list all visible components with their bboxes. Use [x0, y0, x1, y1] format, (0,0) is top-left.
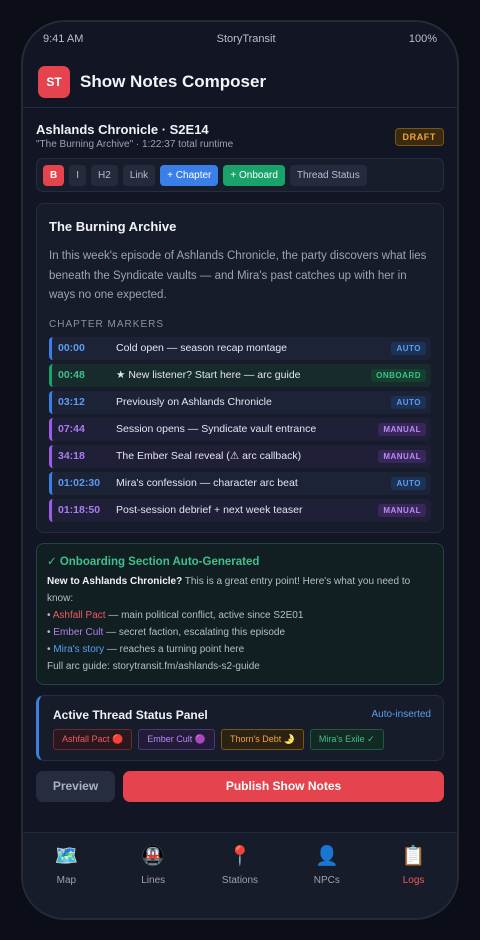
onboarding-item-name[interactable]: Mira's story — [53, 644, 104, 655]
chapter-title: Post-session debrief + next week teaser — [116, 504, 303, 516]
chapter-time: 03:12 — [58, 396, 85, 408]
onboarding-item-name[interactable]: Ashfall Pact — [53, 610, 106, 621]
app-header: ST Show Notes Composer — [23, 56, 457, 108]
chapter-marker[interactable]: 03:12 Previously on Ashlands Chronicle AUT… — [49, 390, 431, 414]
add-chapter-button[interactable]: + Chapter — [160, 164, 219, 186]
tab-label: Stations — [221, 875, 259, 886]
publish-button[interactable]: Publish Show Notes — [123, 770, 444, 802]
status-battery: 100% — [408, 33, 437, 45]
link-button[interactable]: Link — [122, 164, 156, 186]
onboarding-heading: ✓ Onboarding Section Auto-Generated — [47, 555, 260, 568]
thread-chip[interactable]: Ashfall Pact 🔴 — [53, 728, 133, 750]
tab-stations[interactable]: 📍 Stations — [205, 845, 275, 918]
person-icon: 👤 — [314, 846, 339, 867]
onboarding-item: • Mira's story — reaches a turning point… — [47, 641, 433, 658]
onboarding-section: ✓ Onboarding Section Auto-Generated New … — [36, 542, 444, 685]
chapter-tag: AUTO — [391, 341, 426, 355]
onboarding-intro-bold: New to Ashlands Chronicle? — [47, 575, 183, 587]
thread-chip[interactable]: Thorn's Debt 🌛 — [220, 728, 304, 750]
thread-chips: Ashfall Pact 🔴 Ember Cult 🟣 Thorn's Debt 🌛… — [53, 728, 431, 750]
clipboard-icon: 📋 — [401, 846, 426, 867]
action-row: Preview Publish Show Notes — [36, 770, 444, 802]
onboarding-item-desc: — secret faction, escalating this episod… — [103, 626, 286, 638]
tab-label: NPCs — [313, 875, 340, 886]
app-logo: ST — [38, 65, 70, 98]
tab-label: Lines — [141, 875, 166, 886]
tab-logs[interactable]: 📋 Logs — [379, 845, 449, 918]
chapter-marker[interactable]: 00:48 ★ New listener? Start here — arc gu… — [49, 363, 431, 387]
chapter-time: 34:18 — [58, 450, 85, 462]
preview-button[interactable]: Preview — [36, 770, 115, 802]
chapter-title: The Ember Seal reveal (⚠ arc callback) — [116, 450, 302, 462]
tab-bar: 🗺️ Map 🚇 Lines 📍 Stations 👤 NPCs 📋 Logs — [23, 832, 457, 918]
onboarding-item-desc: — main political conflict, active since … — [105, 609, 304, 621]
tab-label: Logs — [402, 875, 425, 886]
editor-toolbar: B I H2 Link + Chapter + Onboard Thread S… — [36, 158, 444, 192]
onboarding-item: • Ashfall Pact — main political conflict… — [47, 607, 433, 624]
chapter-marker[interactable]: 34:18 The Ember Seal reveal (⚠ arc callba… — [49, 444, 431, 468]
status-time: 9:41 AM — [43, 33, 84, 45]
chapter-tag: MANUAL — [378, 503, 426, 517]
notes-heading: The Burning Archive — [49, 219, 177, 234]
tab-lines[interactable]: 🚇 Lines — [118, 845, 188, 918]
chapter-marker[interactable]: 00:00 Cold open — season recap montage AUT… — [49, 336, 431, 360]
status-carrier: StoryTransit — [216, 33, 276, 45]
chapter-markers-label: CHAPTER MARKERS — [49, 318, 165, 330]
thread-chip[interactable]: Mira's Exile ✓ — [309, 728, 384, 750]
chapter-marker[interactable]: 07:44 Session opens — Syndicate vault ent… — [49, 417, 431, 441]
chapter-title: Previously on Ashlands Chronicle — [116, 396, 272, 408]
chapter-marker[interactable]: 01:18:50 Post-session debrief + next week… — [49, 498, 431, 522]
thread-status-button[interactable]: Thread Status — [289, 164, 367, 186]
chapter-marker[interactable]: 01:02:30 Mira's confession — character ar… — [49, 471, 431, 495]
chapter-list: 00:00 Cold open — season recap montage AUT… — [49, 336, 431, 522]
onboarding-item-desc: — reaches a turning point here — [104, 643, 245, 655]
onboarding-guide-link[interactable]: Full arc guide: storytransit.fm/ashlands… — [47, 658, 433, 675]
chapter-time: 00:00 — [58, 342, 85, 354]
episode-subtitle: "The Burning Archive" · 1:22:37 total ru… — [36, 139, 234, 150]
thread-chip[interactable]: Ember Cult 🟣 — [138, 728, 215, 750]
chapter-time: 00:48 — [58, 369, 85, 381]
composer-content: Ashlands Chronicle · S2E14 "The Burning … — [36, 122, 444, 802]
chapter-tag: MANUAL — [378, 422, 426, 436]
heading-button[interactable]: H2 — [91, 164, 118, 186]
onboarding-item: • Ember Cult — secret faction, escalatin… — [47, 624, 433, 641]
tab-map[interactable]: 🗺️ Map — [31, 845, 101, 918]
chapter-time: 07:44 — [58, 423, 85, 435]
chapter-tag: MANUAL — [378, 449, 426, 463]
phone-frame: 9:41 AM StoryTransit 100% ST Show Notes … — [21, 20, 459, 920]
status-bar: 9:41 AM StoryTransit 100% — [23, 22, 457, 56]
chapter-title: Session opens — Syndicate vault entrance — [116, 423, 317, 435]
train-icon: 🚇 — [141, 846, 166, 867]
thread-panel-title: Active Thread Status Panel — [53, 707, 208, 722]
chapter-title: ★ New listener? Start here — arc guide — [116, 369, 301, 381]
chapter-time: 01:02:30 — [58, 477, 101, 489]
tab-label: Map — [56, 875, 77, 886]
page-title: Show Notes Composer — [80, 71, 267, 91]
episode-title: Ashlands Chronicle · S2E14 — [36, 122, 209, 137]
auto-inserted-label: Auto-inserted — [371, 709, 431, 720]
chapter-title: Mira's confession — character arc beat — [116, 477, 298, 489]
episode-header: Ashlands Chronicle · S2E14 "The Burning … — [36, 122, 444, 150]
thread-status-panel: Active Thread Status Panel Auto-inserted… — [36, 694, 444, 761]
editor-area[interactable]: The Burning Archive In this week's episo… — [36, 203, 444, 533]
map-icon: 🗺️ — [54, 846, 79, 867]
notes-paragraph: In this week's episode of Ashlands Chron… — [49, 250, 427, 301]
bold-button[interactable]: B — [43, 164, 65, 186]
onboarding-body: New to Ashlands Chronicle? This is a gre… — [47, 573, 433, 675]
chapter-tag: AUTO — [391, 395, 426, 409]
chapter-tag: ONBOARD — [371, 368, 426, 382]
pin-icon: 📍 — [228, 846, 252, 867]
tab-npcs[interactable]: 👤 NPCs — [292, 845, 362, 918]
chapter-tag: AUTO — [391, 476, 426, 490]
italic-button[interactable]: I — [69, 164, 87, 186]
add-onboard-button[interactable]: + Onboard — [223, 164, 285, 186]
onboarding-item-name[interactable]: Ember Cult — [53, 627, 103, 638]
chapter-time: 01:18:50 — [58, 504, 101, 516]
chapter-title: Cold open — season recap montage — [116, 342, 288, 354]
status-badge: DRAFT — [394, 128, 444, 146]
